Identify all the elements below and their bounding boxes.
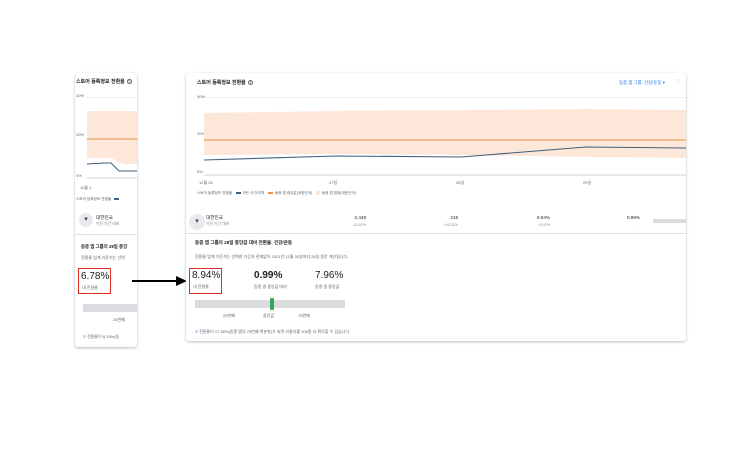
more-icon[interactable]: ⫶ [678,79,679,84]
scale-label-median: 중앙값 [263,313,275,318]
right-divider [186,233,686,234]
vs-median-label: 동종 앱 중앙값 대비 [254,284,287,289]
my-rate-label: 내 전환율 [193,284,209,289]
table-delta-vs-median: - [638,223,640,227]
x-tick-2: 28일 [456,180,465,185]
tip-text: 전환율이 17.35%(동종 앱의 75번째 백분위)가 되면 사용자를 206… [199,329,351,334]
peer-median-value: 7.96% [315,270,344,281]
peer-range-band [204,109,686,158]
table-delta-acquisitions: -13.97% [352,223,366,227]
location-pin-icon: ⚲ [83,334,86,339]
left-peer-range-band [87,111,137,164]
left-title-text: 스토어 등록정보 전환율 [76,79,125,85]
table-delta-rate: +3.47% [537,223,550,227]
scale-label-p25: 25번째 [223,313,235,318]
help-icon[interactable]: ? [126,79,132,85]
expand-row-button[interactable]: ▾ [79,213,93,227]
my-rate: 8.94% [192,270,221,281]
my-rate-marker [270,298,274,310]
legend-swatch-range [316,191,321,195]
left-chart [86,97,137,179]
left-p25-label: 25번째 [113,317,125,322]
chevron-down-icon: ▾ [662,80,665,85]
legend-item-peer-median[interactable]: 동종 앱 중앙값(대한민국) [275,191,312,195]
left-all-regions-line [86,162,137,172]
legend-swatch-median [268,192,274,194]
location-pin-icon: ⚲ [195,329,198,334]
x-tick-1: 27일 [329,180,338,185]
peer-group-selector-label: 동종 앱 그룹: 건강/운동 [619,80,662,85]
left-percentile-bar [83,304,137,312]
peer-group-selector[interactable]: 동종 앱 그룹: 건강/운동 ▾ [619,80,665,86]
table-value-vs-median: 0.99% [626,215,640,220]
left-panel: 스토어 등록정보 전환율? 40% 20% 0% 11월 1 스토어 등록정보 … [75,73,137,347]
legend-swatch-all [114,198,120,200]
region-name: 대한민국 [206,215,223,220]
peer-desc: 전환율 업계 기준치는 선택한 기간과 관계없이 2021년 12월 30일까지… [195,254,349,259]
legend-title: 스토어 등록정보 전환율 [197,191,233,195]
left-my-rate: 6.78% [81,271,110,282]
help-icon[interactable]: ? [247,80,253,86]
left-tip-text: 전환율이 8.33%(동 [87,334,120,339]
scale-label-p75: 75번째 [298,313,310,318]
right-legend: 스토어 등록정보 전환율 모든 국가/지역 동종 앱 중앙값(대한민국) 동종 … [197,191,356,196]
right-title-text: 스토어 등록정보 전환율 [197,80,246,86]
table-value-acquisitions: 2,449 [354,215,367,220]
vs-median-value: 0.99% [254,270,283,281]
left-my-rate-label: 내 전환율 [82,285,98,290]
left-legend: 스토어 등록정보 전환율 [76,197,121,202]
right-panel-title: 스토어 등록정보 전환율? [197,79,253,86]
left-region-name: 대한민국 [96,215,113,220]
x-tick-0: 12월 26 [199,180,213,185]
legend-item-peer-range[interactable]: 동종 앱 범위(대한민국) [322,191,356,195]
left-tip: ⚲ 전환율이 8.33%(동 [83,334,119,340]
tip: ⚲ 전환율이 17.35%(동종 앱의 75번째 백분위)가 되면 사용자를 2… [195,329,350,335]
table-value-rate: 8.94% [536,215,550,220]
left-panel-title: 스토어 등록정보 전환율? [76,78,132,85]
peer-median-label: 동종 앱 중앙값 [315,284,340,289]
left-region-sub: 이전 기간 대비 [96,222,120,226]
right-chart [203,97,686,176]
table-value-visitors: 219 [450,215,458,220]
left-legend-title: 스토어 등록정보 전환율 [76,197,112,201]
left-divider [75,234,137,235]
expand-row-button[interactable]: ▾ [189,214,205,230]
x-tick-3: 29일 [583,180,592,185]
region-sub: 이전 기간 대비 [206,222,230,226]
left-peer-desc: 전환율 업계 기준치는 선택 [81,255,125,260]
table-mini-bar [653,219,686,223]
peer-title: 동종 앱 그룹의 28일 중앙값 대비 전환율: 건강/운동 [195,240,293,245]
legend-item-all-regions[interactable]: 모든 국가/지역 [243,191,265,195]
left-peer-title: 동종 앱 그룹의 28일 중앙 [81,244,128,249]
arrow-icon [132,276,187,286]
right-panel: 스토어 등록정보 전환율? 동종 앱 그룹: 건강/운동 ▾ ⫶ 40% 20%… [186,73,686,341]
left-x-tick: 11월 1 [80,185,92,190]
table-delta-visitors: +42.21% [443,223,458,227]
legend-swatch-all [236,192,242,194]
